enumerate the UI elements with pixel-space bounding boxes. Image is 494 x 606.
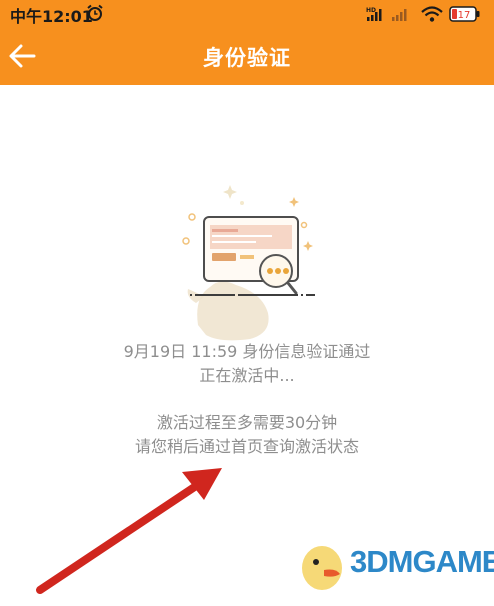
annotation-arrow	[36, 468, 222, 594]
watermark-text: 3DMGAME	[350, 544, 494, 579]
watermark: 3DMGAME	[294, 534, 494, 602]
watermark-logo-icon	[302, 546, 342, 590]
